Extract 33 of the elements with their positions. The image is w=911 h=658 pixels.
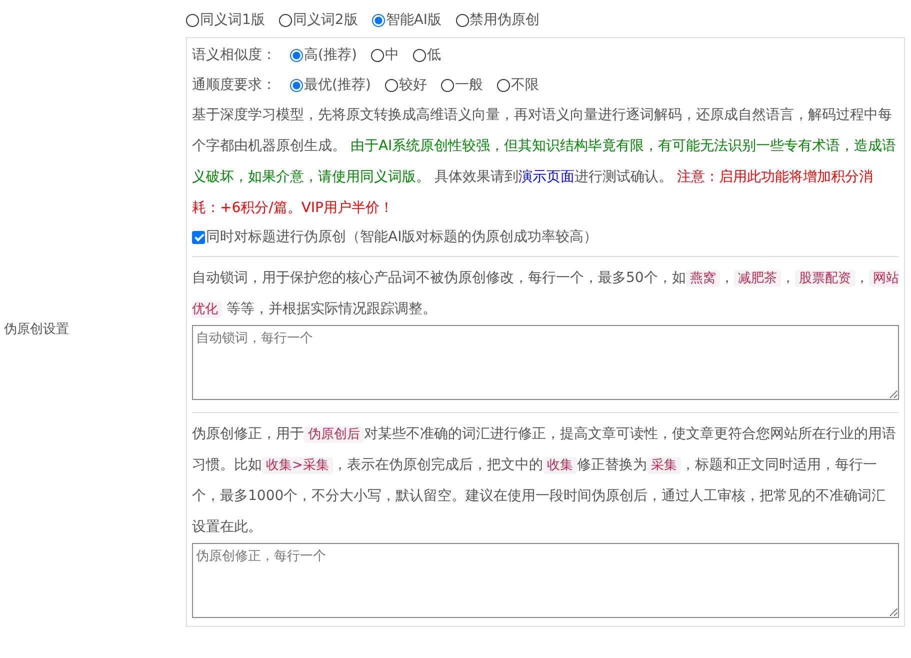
- radio-button[interactable]: [412, 48, 426, 62]
- section-label: 伪原创设置: [4, 321, 69, 338]
- checkbox[interactable]: [192, 230, 205, 244]
- radio-label[interactable]: 最优(推荐): [304, 76, 371, 94]
- field-label: 通顺度要求：: [192, 76, 276, 94]
- radio-label[interactable]: 低: [426, 46, 441, 64]
- radio-label[interactable]: 较好: [398, 76, 427, 94]
- radio-label[interactable]: 同义词2版: [292, 11, 358, 29]
- radio-button[interactable]: [290, 78, 303, 92]
- radio-button[interactable]: [370, 48, 384, 62]
- radio-button[interactable]: [440, 78, 454, 92]
- checkbox-label[interactable]: 同时对标题进行伪原创（智能AI版对标题的伪原创成功率较高）: [206, 228, 598, 246]
- radio-label[interactable]: 智能AI版: [386, 11, 442, 29]
- input-field[interactable]: 伪原创修正，每行一个: [192, 543, 899, 618]
- radio-button[interactable]: [186, 14, 199, 26]
- radio-button[interactable]: [496, 78, 510, 92]
- description-text: 基于深度学习模型，先将原文转换成高维语义向量，再对语义向量进行逐词解码，还原成自然语言，解码过程中每个字都由机器原创生成。 由于AI系统原创性较强，但其知识结构毕竟有限，有可能无法识别一些专有术语，造成语义破坏，如果介意，请使用同义词版。 具体效果请到演示页面进行测试确认。 注意：启用此功能将增加积分消耗：+6积分/篇。VIP用户半价！: [192, 106, 898, 218]
- field-label: 语义相似度：: [192, 46, 276, 64]
- demo-page-link[interactable]: 演示页面: [518, 169, 574, 185]
- radio-label[interactable]: 不限: [510, 76, 539, 94]
- radio-button[interactable]: [278, 14, 292, 26]
- description-text: 自动锁词，用于保护您的核心产品词不被伪原创修改，每行一个，最多50个，如 燕窝 ， 减肥茶 ， 股票配资 ， 网站优化 等等，并根据实际情况跟踪调整。: [192, 269, 899, 320]
- radio-label[interactable]: 同义词1版: [200, 11, 265, 29]
- input-field[interactable]: 自动锁词，每行一个: [192, 325, 899, 400]
- radio-label[interactable]: 中: [384, 46, 399, 64]
- radio-button[interactable]: [372, 14, 385, 26]
- radio-label[interactable]: 一般: [454, 76, 483, 94]
- description-text: 伪原创修正，用于 伪原创后 对某些不准确的词汇进行修正，提高文章可读性，使文章更符合您网站所在行业的用语习惯。比如 收集>采集 ，表示在伪原创完成后，把文中的 收集 修正替换为 采集 ，标题和正文同时适用，每行一个，最多1000个，不分大小写，默认留空。建议在使用一段时间伪原创后，通过人工审核，把常见的不准确词汇设置在此。: [192, 425, 897, 537]
- radio-label[interactable]: 禁用伪原创: [470, 11, 540, 29]
- radio-label[interactable]: 高(推荐): [304, 46, 357, 64]
- radio-button[interactable]: [290, 48, 303, 62]
- radio-button[interactable]: [456, 14, 469, 26]
- radio-button[interactable]: [384, 78, 398, 92]
